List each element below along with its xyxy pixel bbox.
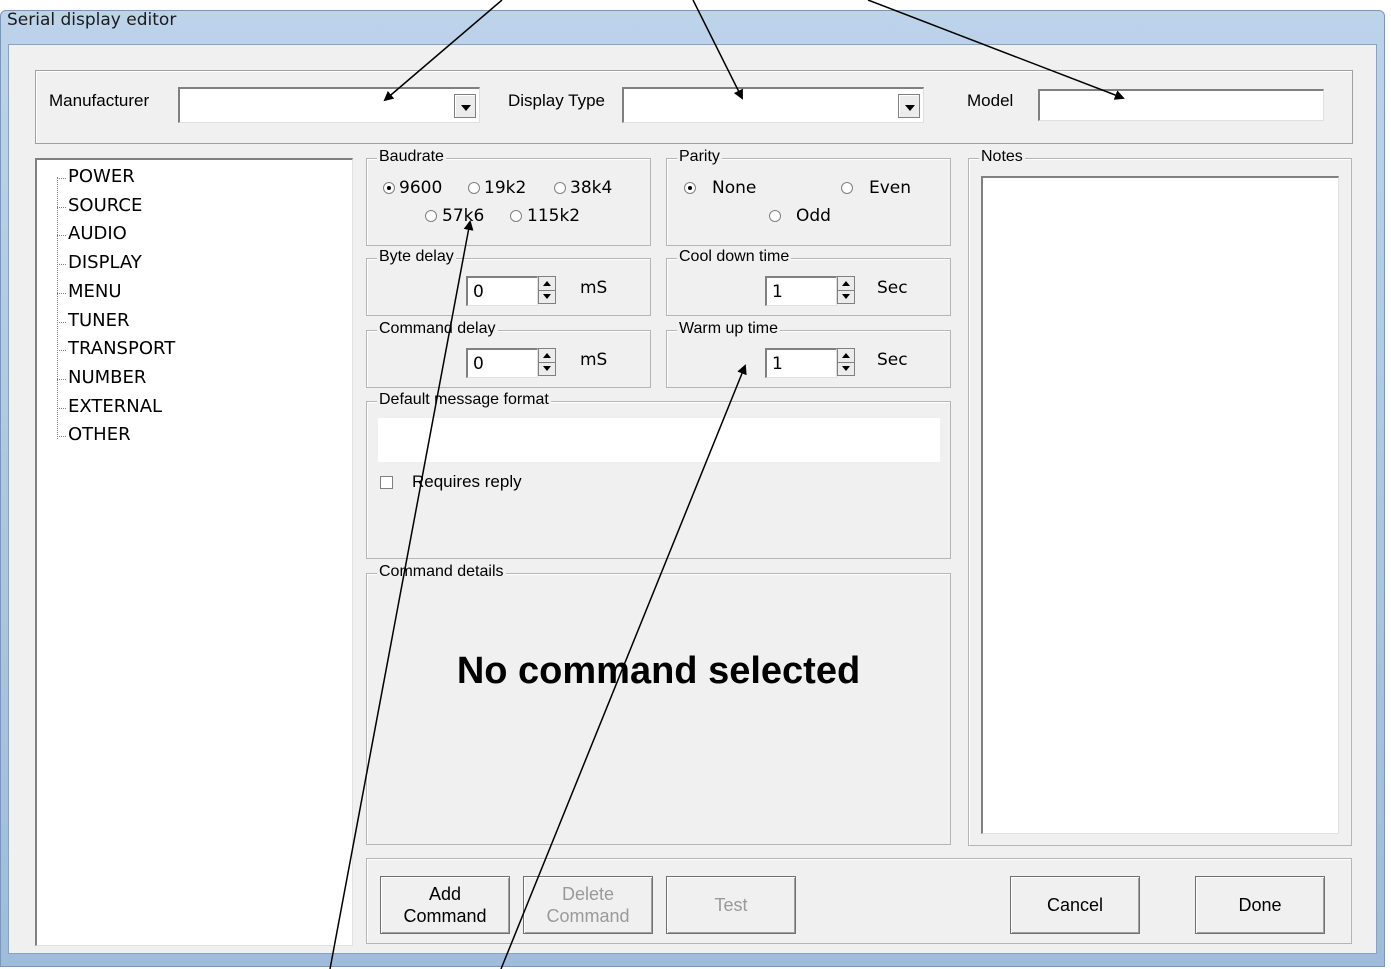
annotation-arrows (329, 0, 1125, 969)
arrow-manufacturer (383, 0, 503, 102)
arrow-baudrate (329, 220, 474, 969)
arrow-display-type (692, 0, 743, 100)
arrow-warm-up (500, 364, 747, 969)
arrow-model (867, 0, 1125, 100)
